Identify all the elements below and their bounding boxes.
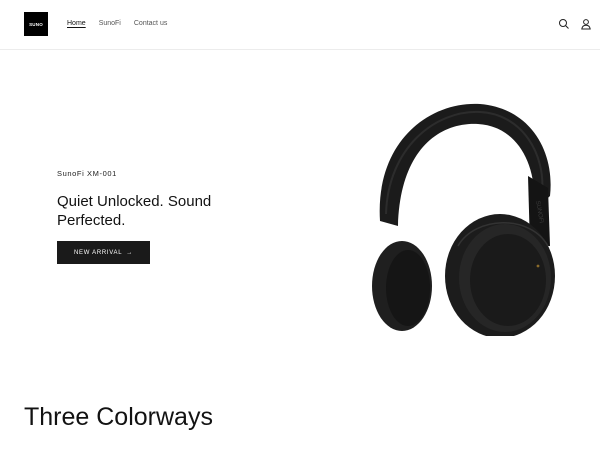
nav-link-sunofi[interactable]: SunoFi <box>99 20 121 27</box>
logo-text: SUNO <box>29 21 43 27</box>
main-nav: Home SunoFi Contact us <box>67 20 167 27</box>
product-model: SunoFi XM-001 <box>57 169 117 178</box>
hero-section: SunoFi XM-001 Quiet Unlocked. Sound Perf… <box>0 51 600 381</box>
search-icon[interactable] <box>558 17 570 29</box>
arrow-right-icon: → <box>126 249 133 256</box>
nav-link-contact[interactable]: Contact us <box>134 20 167 27</box>
new-arrival-button[interactable]: NEW ARRIVAL → <box>57 241 150 264</box>
section-title: Three Colorways <box>24 403 213 431</box>
brand-logo[interactable]: SUNO <box>24 12 48 36</box>
nav-link-home[interactable]: Home <box>67 20 86 27</box>
site-header: SUNO Home SunoFi Contact us <box>0 0 600 50</box>
hero-headline: Quiet Unlocked. Sound Perfected. <box>57 193 212 229</box>
headphones-image: SUNOFI <box>350 96 570 338</box>
header-icons <box>558 17 592 30</box>
new-arrival-label: NEW ARRIVAL <box>74 249 123 256</box>
account-icon[interactable] <box>580 17 592 30</box>
